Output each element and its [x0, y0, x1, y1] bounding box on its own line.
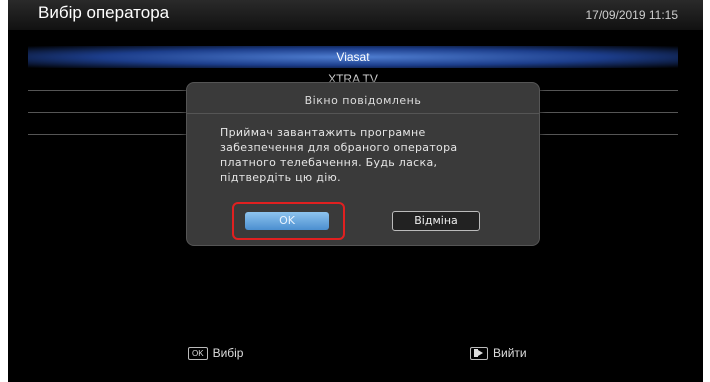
footer-select-hint[interactable]: OK Вибір [188, 346, 243, 360]
operator-item-viasat[interactable]: Viasat [28, 46, 678, 68]
dialog-title: Вікно повідомлень [187, 83, 539, 114]
dialog-message-line-1: Приймач завантажить програмне [220, 126, 426, 139]
cancel-button[interactable]: Відміна [392, 211, 480, 231]
ok-key-icon: OK [188, 346, 208, 360]
tv-screen: Вибір оператора 17/09/2019 11:15 Viasat … [8, 0, 703, 382]
ok-button[interactable]: OK [245, 212, 329, 230]
footer-exit-hint[interactable]: Вийти [470, 346, 527, 360]
dialog-message-line-2: забезпечення для обраного оператора [220, 141, 458, 154]
page-title: Вибір оператора [38, 3, 170, 22]
select-label: Вибір [212, 346, 244, 360]
datetime-display: 17/09/2019 11:15 [585, 8, 678, 22]
message-dialog: Вікно повідомлень Приймач завантажить пр… [186, 82, 540, 246]
exit-label: Вийти [493, 346, 527, 360]
dialog-message: Приймач завантажить програмне забезпечен… [220, 125, 520, 185]
header-bar: Вибір оператора 17/09/2019 11:15 [8, 0, 703, 30]
dialog-message-line-4: підтвердіть цю дію. [220, 171, 341, 184]
exit-icon [470, 346, 488, 360]
dialog-message-line-3: платного телебачення. Будь ласка, [220, 156, 438, 169]
